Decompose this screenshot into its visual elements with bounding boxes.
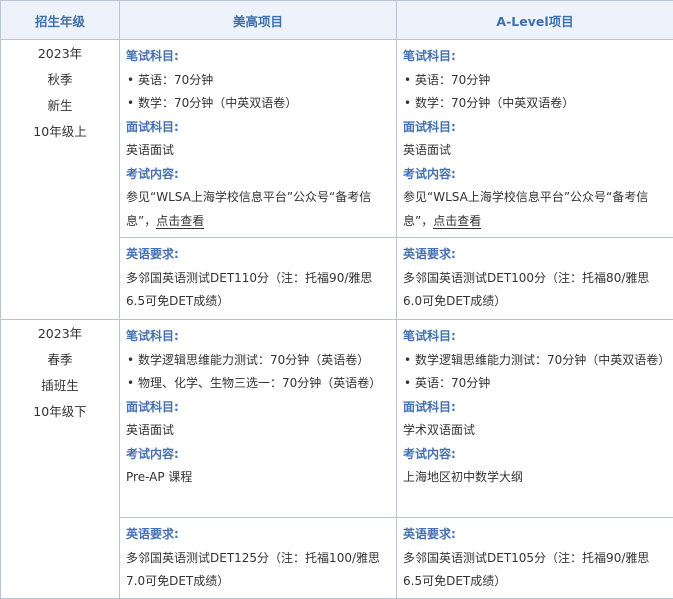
- grade-cell-autumn: 2023年 秋季 新生 10年级上: [1, 40, 120, 320]
- written-items: 数学逻辑思维能力测试：70分钟（英语卷） 物理、化学、生物三选一：70分钟（英语…: [126, 349, 390, 396]
- meigao-english-cell-spring: 英语要求: 多邻国英语测试DET125分（注：托福100/雅思7.0可免DET成…: [120, 518, 397, 599]
- list-item: 英语：70分钟: [138, 69, 390, 93]
- written-label: 笔试科目:: [126, 325, 390, 349]
- written-items: 英语：70分钟 数学：70分钟（中英双语卷）: [126, 69, 390, 116]
- grade-line: 2023年: [2, 321, 118, 347]
- written-label: 笔试科目:: [403, 45, 667, 69]
- english-text: 多邻国英语测试DET110分（注：托福90/雅思6.5可免DET成绩）: [126, 267, 390, 314]
- grade-line: 秋季: [2, 67, 118, 93]
- list-item: 数学：70分钟（中英双语卷）: [138, 92, 390, 116]
- content-label: 考试内容:: [403, 163, 667, 187]
- interview-text: 英语面试: [126, 139, 390, 163]
- alevel-english-cell-autumn: 英语要求: 多邻国英语测试DET100分（注：托福80/雅思6.0可免DET成绩…: [397, 238, 673, 320]
- grade-cell-spring: 2023年 春季 插班生 10年级下: [1, 320, 120, 599]
- grade-line: 插班生: [2, 373, 118, 399]
- view-details-link[interactable]: 点击查看: [156, 214, 204, 229]
- content-label: 考试内容:: [126, 443, 390, 467]
- list-item: 数学逻辑思维能力测试：70分钟（英语卷）: [138, 349, 390, 373]
- header-meigao: 美高项目: [120, 1, 397, 40]
- grade-line: 春季: [2, 347, 118, 373]
- grade-line: 10年级下: [2, 399, 118, 425]
- meigao-exam-cell-autumn: 笔试科目: 英语：70分钟 数学：70分钟（中英双语卷） 面试科目: 英语面试 …: [120, 40, 397, 238]
- content-text: 参见“WLSA上海学校信息平台”公众号“备考信息”，点击查看: [403, 186, 667, 233]
- list-item: 数学逻辑思维能力测试：70分钟（中英双语卷）: [415, 349, 667, 373]
- table-header-row: 招生年级 美高项目 A-Level项目: [1, 1, 673, 40]
- list-item: 物理、化学、生物三选一：70分钟（英语卷）: [138, 372, 390, 396]
- grade-line: 2023年: [2, 41, 118, 67]
- alevel-english-cell-spring: 英语要求: 多邻国英语测试DET105分（注：托福90/雅思6.5可免DET成绩…: [397, 518, 673, 599]
- interview-label: 面试科目:: [403, 116, 667, 140]
- meigao-english-cell-autumn: 英语要求: 多邻国英语测试DET110分（注：托福90/雅思6.5可免DET成绩…: [120, 238, 397, 320]
- grade-line: 10年级上: [2, 119, 118, 145]
- table-row: 2023年 秋季 新生 10年级上 笔试科目: 英语：70分钟 数学：70分钟（…: [1, 40, 673, 238]
- table-row: 2023年 春季 插班生 10年级下 笔试科目: 数学逻辑思维能力测试：70分钟…: [1, 320, 673, 518]
- list-item: 数学：70分钟（中英双语卷）: [415, 92, 667, 116]
- content-label: 考试内容:: [126, 163, 390, 187]
- interview-label: 面试科目:: [126, 116, 390, 140]
- header-grade: 招生年级: [1, 1, 120, 40]
- interview-text: 学术双语面试: [403, 419, 667, 443]
- content-text: 上海地区初中数学大纲: [403, 466, 667, 490]
- view-details-link[interactable]: 点击查看: [433, 214, 481, 229]
- grade-line: 新生: [2, 93, 118, 119]
- written-items: 数学逻辑思维能力测试：70分钟（中英双语卷） 英语：70分钟: [403, 349, 667, 396]
- interview-text: 英语面试: [126, 419, 390, 443]
- english-text: 多邻国英语测试DET105分（注：托福90/雅思6.5可免DET成绩）: [403, 547, 667, 594]
- alevel-exam-cell-autumn: 笔试科目: 英语：70分钟 数学：70分钟（中英双语卷） 面试科目: 英语面试 …: [397, 40, 673, 238]
- header-alevel: A-Level项目: [397, 1, 673, 40]
- english-label: 英语要求:: [126, 243, 390, 267]
- list-item: 英语：70分钟: [415, 372, 667, 396]
- alevel-exam-cell-spring: 笔试科目: 数学逻辑思维能力测试：70分钟（中英双语卷） 英语：70分钟 面试科…: [397, 320, 673, 518]
- content-text: 参见“WLSA上海学校信息平台”公众号“备考信息”，点击查看: [126, 186, 390, 233]
- english-label: 英语要求:: [403, 523, 667, 547]
- interview-label: 面试科目:: [126, 396, 390, 420]
- content-label: 考试内容:: [403, 443, 667, 467]
- english-label: 英语要求:: [126, 523, 390, 547]
- english-text: 多邻国英语测试DET125分（注：托福100/雅思7.0可免DET成绩）: [126, 547, 390, 594]
- interview-label: 面试科目:: [403, 396, 667, 420]
- content-text: Pre-AP 课程: [126, 466, 390, 490]
- meigao-exam-cell-spring: 笔试科目: 数学逻辑思维能力测试：70分钟（英语卷） 物理、化学、生物三选一：7…: [120, 320, 397, 518]
- written-label: 笔试科目:: [403, 325, 667, 349]
- admissions-table: 招生年级 美高项目 A-Level项目 2023年 秋季 新生 10年级上 笔试…: [0, 0, 673, 599]
- english-text: 多邻国英语测试DET100分（注：托福80/雅思6.0可免DET成绩）: [403, 267, 667, 314]
- written-items: 英语：70分钟 数学：70分钟（中英双语卷）: [403, 69, 667, 116]
- interview-text: 英语面试: [403, 139, 667, 163]
- written-label: 笔试科目:: [126, 45, 390, 69]
- list-item: 英语：70分钟: [415, 69, 667, 93]
- english-label: 英语要求:: [403, 243, 667, 267]
